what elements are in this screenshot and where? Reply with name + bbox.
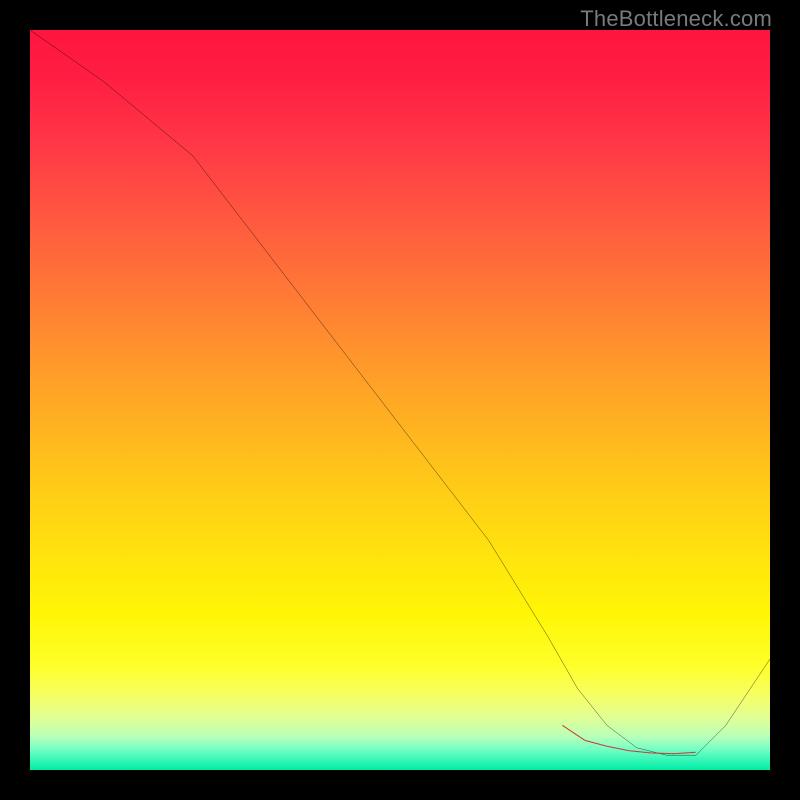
plot-area bbox=[30, 30, 770, 770]
chart-overlay bbox=[30, 30, 770, 770]
watermark-text: TheBottleneck.com bbox=[580, 6, 772, 32]
series-highlight-min bbox=[563, 726, 696, 754]
series-curve bbox=[30, 30, 770, 755]
chart-frame: TheBottleneck.com bbox=[0, 0, 800, 800]
